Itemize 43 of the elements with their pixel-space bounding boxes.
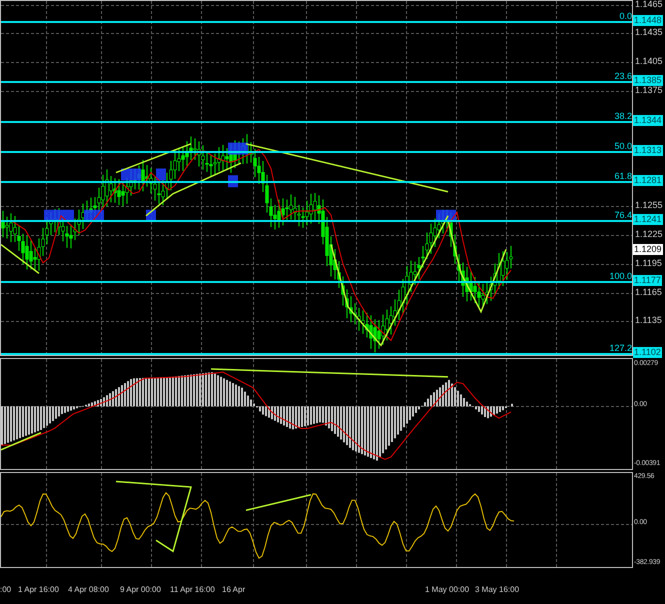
fibonacci-price-label: 1.1313 <box>633 144 663 156</box>
fibonacci-price-label: 1.1385 <box>633 75 663 86</box>
fibonacci-price-label: 1.1281 <box>633 175 663 186</box>
trend-line <box>1 244 40 274</box>
price-axis-label: 1.1255 <box>635 200 663 210</box>
fibonacci-ratio-label: 38.2 <box>614 110 632 121</box>
price-axis-label: 1.1375 <box>635 85 663 96</box>
highlight-block <box>64 210 74 222</box>
highlight-block <box>436 210 446 222</box>
price-axis-label: 1.1405 <box>635 56 663 66</box>
fibonacci-price-label: 1.1344 <box>633 114 663 126</box>
fibonacci-ratio-label: 76.4 <box>614 210 632 220</box>
price-axis-label: 1.1195 <box>635 258 662 268</box>
time-axis-label: :00 <box>0 585 12 595</box>
highlight-block <box>156 168 166 181</box>
trend-line <box>246 494 312 512</box>
time-axis-label: 1 May 00:00 <box>425 585 470 595</box>
fibonacci-price-label: 1.1177 <box>633 275 662 286</box>
time-axis-label: 3 May 16:00 <box>475 585 520 595</box>
highlight-block <box>131 168 141 181</box>
price-axis-label: 1.1225 <box>635 228 663 239</box>
fibonacci-ratio-label: 0.0 <box>619 11 632 21</box>
time-axis-label: 4 Apr 08:00 <box>68 585 109 595</box>
trend-line <box>1 432 42 450</box>
time-axis-label: 16 Apr <box>222 585 246 595</box>
time-axis-label: 9 Apr 00:00 <box>120 585 161 595</box>
fibonacci-ratio-label: 100.0 <box>609 271 632 282</box>
fibonacci-ratio-label: 127.2 <box>609 342 632 353</box>
time-axis-label: 1 Apr 16:00 <box>18 585 59 595</box>
price-axis-label: 1.1135 <box>635 315 662 326</box>
highlight-block <box>44 210 54 222</box>
fibonacci-ratio-label: 61.8 <box>614 171 632 182</box>
price-axis-label: 1.1435 <box>635 27 663 38</box>
fibonacci-price-label: 1.1102 <box>633 346 662 358</box>
current-price-label: 1.1209 <box>633 244 663 256</box>
price-axis-label: 1.1465 <box>635 0 663 9</box>
highlight-block <box>121 168 131 181</box>
fibonacci-price-label: 1.1448 <box>633 15 663 26</box>
time-axis-label: 11 Apr 16:00 <box>170 585 215 595</box>
fibonacci-ratio-label: 50.0 <box>614 140 632 151</box>
fibonacci-price-label: 1.1241 <box>633 214 663 225</box>
fibonacci-ratio-label: 23.6 <box>614 71 632 82</box>
price-axis-label: 1.1165 <box>635 286 662 297</box>
